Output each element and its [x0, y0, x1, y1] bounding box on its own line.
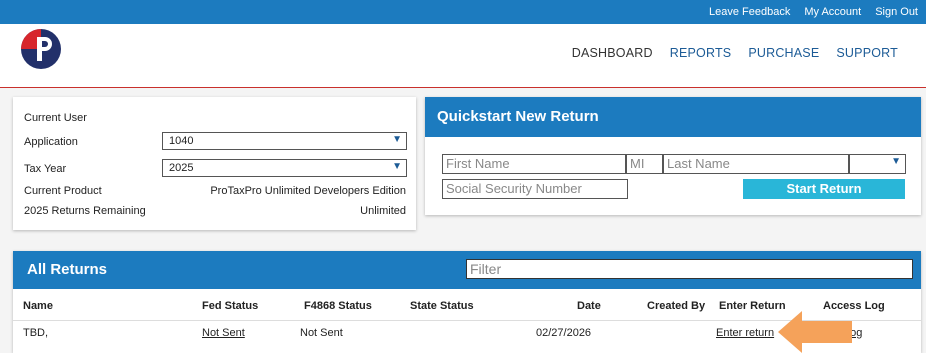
- suffix-select[interactable]: ▼: [849, 154, 906, 174]
- current-product-label: Current Product: [24, 185, 102, 197]
- cell-name: TBD,: [23, 327, 49, 339]
- brand-logo-icon[interactable]: [20, 28, 62, 70]
- current-product-value: ProTaxPro Unlimited Developers Edition: [210, 185, 406, 197]
- enter-return-link[interactable]: Enter return: [716, 327, 774, 339]
- chevron-down-icon: ▼: [891, 156, 901, 167]
- nav-purchase[interactable]: PURCHASE: [748, 46, 819, 60]
- current-user-panel: Current User Application 1040 ▼ Tax Year…: [13, 97, 416, 230]
- cell-fed-status-link[interactable]: Not Sent: [202, 327, 245, 339]
- column-header-state-status[interactable]: State Status: [410, 300, 474, 312]
- column-header-created-by[interactable]: Created By: [647, 300, 705, 312]
- application-select[interactable]: 1040 ▼: [162, 132, 407, 150]
- chevron-down-icon: ▼: [392, 161, 402, 172]
- quickstart-panel: Quickstart New Return First Name MI Last…: [425, 97, 921, 215]
- application-label: Application: [24, 136, 78, 148]
- column-header-enter-return[interactable]: Enter Return: [719, 300, 786, 312]
- column-header-date[interactable]: Date: [577, 300, 601, 312]
- chevron-down-icon: ▼: [392, 134, 402, 145]
- sign-out-link[interactable]: Sign Out: [875, 6, 918, 18]
- leave-feedback-link[interactable]: Leave Feedback: [709, 6, 790, 18]
- quickstart-header: Quickstart New Return: [425, 97, 921, 137]
- all-returns-title: All Returns: [27, 261, 108, 278]
- nav-support[interactable]: SUPPORT: [836, 46, 898, 60]
- cell-date: 02/27/2026: [536, 327, 592, 339]
- application-select-value: 1040: [169, 135, 194, 147]
- column-header-f4868-status[interactable]: F4868 Status: [304, 300, 372, 312]
- arrow-left-icon: [778, 311, 852, 353]
- nav-dashboard[interactable]: DASHBOARD: [572, 46, 653, 60]
- returns-remaining-label: 2025 Returns Remaining: [24, 205, 146, 217]
- header: DASHBOARD REPORTS PURCHASE SUPPORT: [0, 24, 926, 88]
- first-name-input[interactable]: First Name: [442, 154, 626, 174]
- filter-input[interactable]: Filter: [466, 259, 913, 279]
- top-utility-bar: Leave Feedback My Account Sign Out: [0, 0, 926, 24]
- tax-year-label: Tax Year: [24, 163, 67, 175]
- column-header-fed-status[interactable]: Fed Status: [202, 300, 258, 312]
- returns-remaining-value: Unlimited: [360, 205, 406, 217]
- ssn-input[interactable]: Social Security Number: [442, 179, 628, 199]
- all-returns-header: All Returns Filter: [13, 251, 921, 289]
- my-account-link[interactable]: My Account: [804, 6, 861, 18]
- cell-f4868-status: Not Sent: [300, 327, 343, 339]
- tax-year-select-value: 2025: [169, 162, 194, 174]
- middle-initial-input[interactable]: MI: [626, 154, 663, 174]
- last-name-input[interactable]: Last Name: [663, 154, 849, 174]
- start-return-button[interactable]: Start Return: [743, 179, 905, 199]
- quickstart-title: Quickstart New Return: [437, 108, 599, 125]
- nav-reports[interactable]: REPORTS: [670, 46, 732, 60]
- utility-links: Leave Feedback My Account Sign Out: [709, 0, 918, 24]
- tax-year-select[interactable]: 2025 ▼: [162, 159, 407, 177]
- current-user-label: Current User: [24, 112, 87, 124]
- main-nav: DASHBOARD REPORTS PURCHASE SUPPORT: [572, 46, 898, 60]
- column-header-name[interactable]: Name: [23, 300, 53, 312]
